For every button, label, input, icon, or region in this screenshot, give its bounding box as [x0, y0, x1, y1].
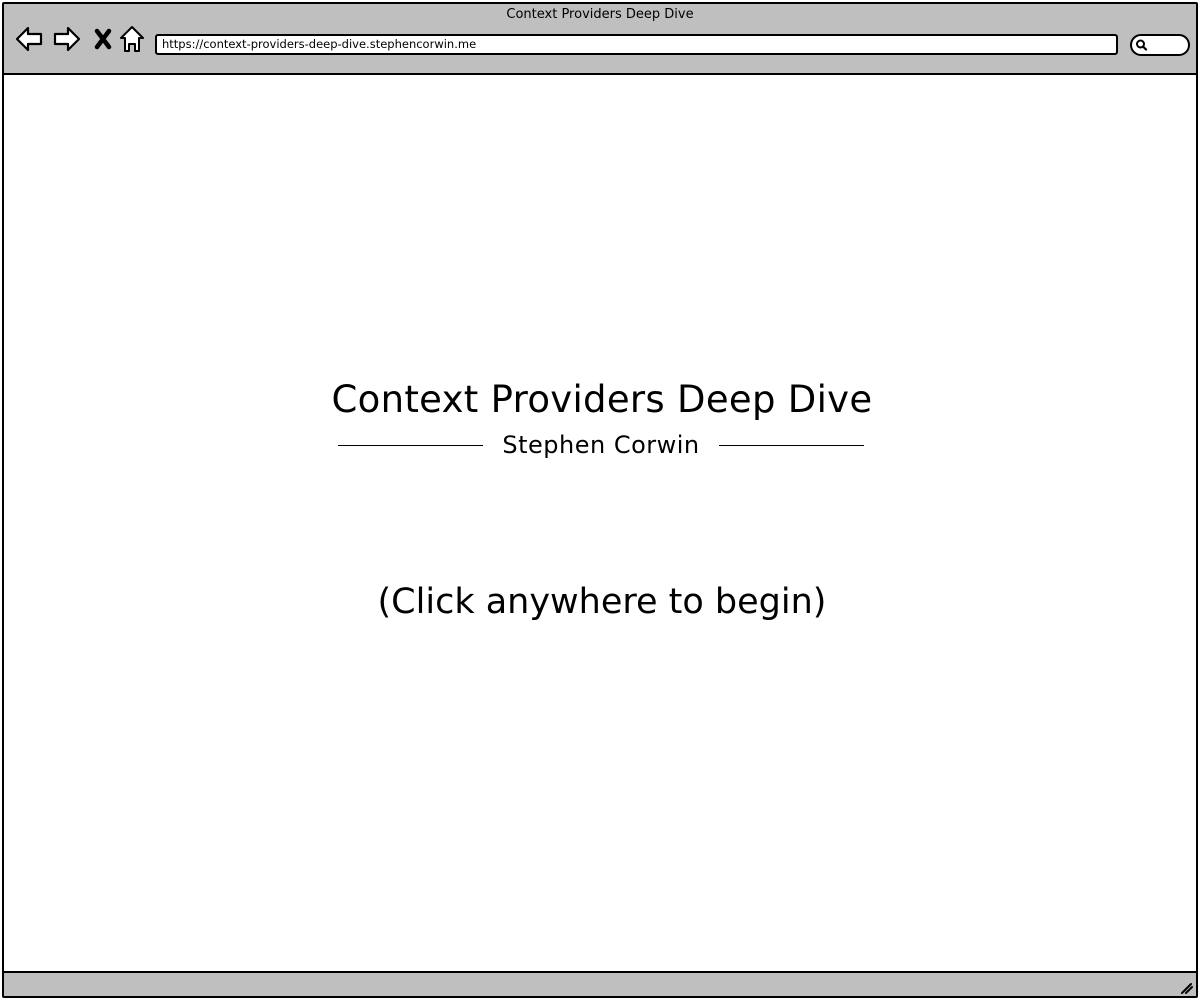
click-to-begin-prompt[interactable]: (Click anywhere to begin) — [4, 578, 1200, 626]
browser-window: Context Providers Deep Dive https://cont… — [2, 2, 1198, 998]
home-icon — [118, 24, 148, 54]
close-icon — [90, 24, 120, 54]
author-row: Stephen Corwin — [338, 428, 864, 462]
stop-button[interactable] — [90, 24, 120, 54]
slide-canvas[interactable]: Context Providers Deep Dive Stephen Corw… — [4, 75, 1196, 971]
search-input[interactable] — [1130, 34, 1190, 56]
resize-grip-icon[interactable] — [1179, 979, 1193, 994]
home-button[interactable] — [118, 24, 148, 54]
address-bar[interactable]: https://context-providers-deep-dive.step… — [155, 34, 1118, 55]
window-title: Context Providers Deep Dive — [506, 7, 694, 22]
browser-toolbar: Context Providers Deep Dive https://cont… — [4, 4, 1196, 75]
divider-left — [338, 445, 483, 446]
author-name: Stephen Corwin — [502, 431, 700, 459]
presentation-title: Context Providers Deep Dive — [331, 378, 873, 421]
forward-button[interactable] — [52, 24, 82, 54]
arrow-left-icon — [14, 24, 44, 54]
arrow-right-icon — [52, 24, 82, 54]
status-bar — [4, 971, 1196, 996]
back-button[interactable] — [14, 24, 44, 54]
divider-right — [719, 445, 864, 446]
